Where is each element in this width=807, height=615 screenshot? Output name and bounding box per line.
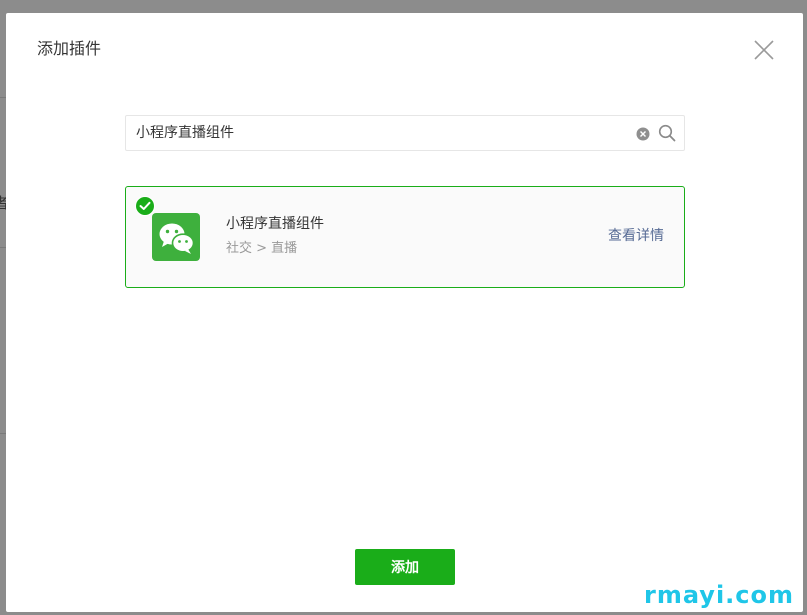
search-icon[interactable]: [658, 124, 676, 142]
wechat-icon: [152, 213, 200, 261]
view-details-link[interactable]: 查看详情: [608, 227, 664, 245]
plugin-result-card[interactable]: 小程序直播组件 社交 > 直播 查看详情: [125, 186, 685, 288]
add-button[interactable]: 添加: [355, 549, 455, 585]
dialog-title: 添加插件: [37, 39, 102, 58]
search-box: [125, 115, 685, 151]
close-button[interactable]: [752, 38, 776, 62]
clear-icon[interactable]: [636, 126, 650, 141]
watermark-text: rmayi.com: [644, 581, 795, 609]
close-icon: [754, 40, 774, 60]
add-plugin-dialog: 添加插件 小程序直播组件 小程序直播组件 社交 > 直播 查看详情 添加: [6, 13, 803, 612]
search-input[interactable]: [136, 116, 626, 150]
plugin-category: 社交 > 直播: [226, 241, 298, 256]
plugin-name: 小程序直播组件: [226, 216, 324, 232]
